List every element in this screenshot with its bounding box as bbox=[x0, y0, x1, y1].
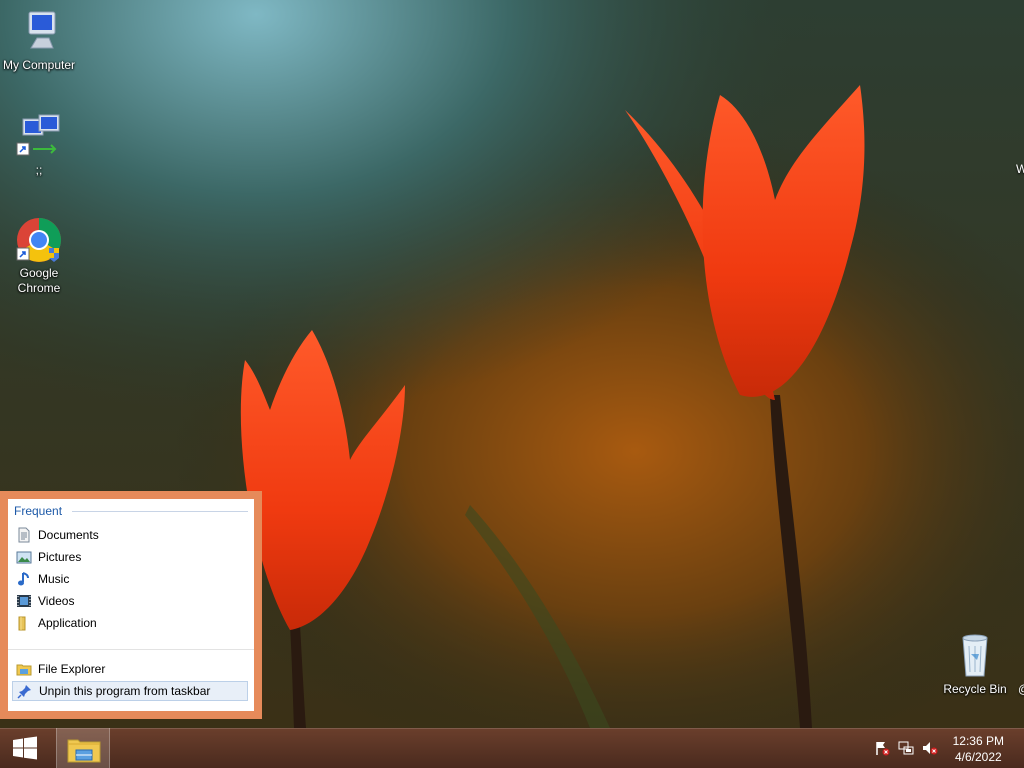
chrome-icon bbox=[15, 216, 63, 264]
jump-list-header-divider bbox=[72, 511, 248, 512]
jump-list-item-label: Unpin this program from taskbar bbox=[39, 684, 211, 698]
desktop-icon-network[interactable]: ;; bbox=[1, 113, 77, 178]
computer-icon bbox=[15, 8, 63, 56]
taskbar-file-explorer-button[interactable] bbox=[56, 728, 110, 768]
jump-list-item-videos[interactable]: Videos bbox=[12, 591, 248, 611]
volume-muted-icon[interactable] bbox=[922, 740, 938, 756]
clock-date: 4/6/2022 bbox=[954, 750, 1002, 764]
video-film-icon bbox=[16, 593, 32, 609]
clock-time: 12:36 PM bbox=[952, 734, 1004, 748]
offscreen-icon-label: @ bbox=[1018, 682, 1024, 696]
action-center-flag-icon[interactable] bbox=[874, 740, 890, 756]
desktop-icon-google-chrome[interactable]: Google Chrome bbox=[1, 216, 77, 296]
network-icon[interactable] bbox=[898, 740, 914, 756]
network-computers-icon bbox=[15, 113, 63, 161]
taskbar-jump-list: Frequent Documents Pictures Music Videos bbox=[0, 491, 262, 719]
taskbar: 12:36 PM 4/6/2022 bbox=[0, 728, 1024, 768]
file-explorer-icon bbox=[66, 734, 102, 767]
desktop-icon-label: My Computer bbox=[2, 58, 76, 72]
recycle-bin-icon bbox=[951, 632, 999, 680]
jump-list-item-label: Videos bbox=[38, 594, 75, 608]
file-explorer-icon bbox=[16, 661, 32, 677]
unpin-icon bbox=[17, 683, 33, 699]
jump-list-item-application[interactable]: Application bbox=[12, 613, 248, 633]
desktop-icon-label: ;; bbox=[35, 163, 43, 177]
jump-list-item-label: Music bbox=[38, 572, 70, 586]
jump-list-item-music[interactable]: Music bbox=[12, 569, 248, 589]
document-icon bbox=[16, 527, 32, 543]
windows-logo-icon bbox=[8, 736, 42, 763]
music-note-icon bbox=[16, 571, 32, 587]
system-clock[interactable]: 12:36 PM 4/6/2022 bbox=[953, 733, 1004, 765]
desktop-icon-label: Recycle Bin bbox=[943, 682, 1007, 696]
pictures-icon bbox=[16, 549, 32, 565]
jump-list-item-label: File Explorer bbox=[38, 662, 106, 676]
jump-list-panel: Frequent Documents Pictures Music Videos bbox=[8, 499, 254, 711]
jump-list-separator bbox=[8, 649, 254, 650]
desktop-icon-recycle-bin[interactable]: Recycle Bin bbox=[937, 632, 1013, 697]
jump-list-task-unpin[interactable]: Unpin this program from taskbar bbox=[12, 681, 248, 701]
jump-list-item-label: Application bbox=[38, 616, 97, 630]
jump-list-item-label: Pictures bbox=[38, 550, 82, 564]
folder-icon bbox=[16, 615, 32, 631]
jump-list-header: Frequent bbox=[14, 504, 63, 518]
desktop-icon-my-computer[interactable]: My Computer bbox=[1, 8, 77, 73]
jump-list-task-file-explorer[interactable]: File Explorer bbox=[12, 659, 248, 679]
start-button[interactable] bbox=[8, 736, 42, 760]
jump-list-item-documents[interactable]: Documents bbox=[12, 525, 248, 545]
jump-list-item-pictures[interactable]: Pictures bbox=[12, 547, 248, 567]
desktop-icon-label: Google Chrome bbox=[17, 266, 61, 295]
jump-list-item-label: Documents bbox=[38, 528, 99, 542]
offscreen-icon-label: W bbox=[1016, 162, 1024, 176]
